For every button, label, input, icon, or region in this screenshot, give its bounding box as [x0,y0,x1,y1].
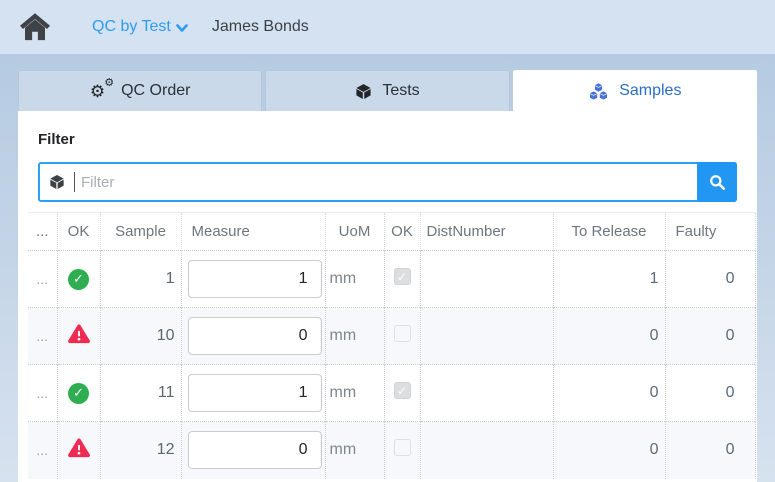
samples-table: ... OK Sample Measure UoM OK DistNumber … [28,212,756,479]
table-row: ... ✓ 12 mm 0 0 [28,422,755,479]
filter-heading: Filter [38,111,737,148]
dist-number-value [420,251,553,308]
filter-input-group [38,162,737,202]
col-header-faulty: Faulty [665,213,755,251]
to-release-value: 0 [553,422,665,479]
faulty-value: 0 [665,365,755,422]
faulty-value: 0 [665,251,755,308]
col-header-uom: UoM [325,213,384,251]
measure-input[interactable] [188,374,322,412]
col-header-sample: Sample [100,213,181,251]
warning-icon [68,324,90,344]
measure-input[interactable] [188,317,322,355]
sample-number: 12 [100,422,181,479]
row-expander: ... [28,251,57,308]
faulty-value: 0 [665,422,755,479]
sample-number: 1 [100,251,181,308]
tab-samples-label: Samples [619,82,681,100]
faulty-value: 0 [665,308,755,365]
col-header-dist-number: DistNumber [420,213,553,251]
tab-tests[interactable]: Tests [265,70,509,111]
cube-icon [40,174,74,190]
ok-checkbox[interactable] [394,325,411,342]
dist-number-value [420,365,553,422]
filter-input[interactable] [75,174,735,191]
tab-samples[interactable]: Samples [513,70,757,111]
samples-panel: Filter [18,111,757,482]
col-header-more: ... [28,213,57,251]
nav-menu-label: QC by Test [92,18,171,36]
search-button[interactable] [697,162,737,202]
cubes-icon [588,82,609,101]
sample-number: 11 [100,365,181,422]
tab-strip: ⚙⚙ QC Order Tests [18,70,757,111]
check-circle-icon: ✓ [68,383,89,404]
to-release-value: 1 [553,251,665,308]
status-icon: ✓ [68,438,90,458]
uom-label: mm [325,365,384,422]
tab-tests-label: Tests [382,82,419,100]
dist-number-value [420,308,553,365]
top-nav-bar: QC by Test James Bonds [0,0,775,54]
status-icon: ✓ [68,383,89,404]
sample-number: 10 [100,308,181,365]
status-icon: ✓ [68,269,89,290]
home-icon [20,13,50,41]
row-expander: ... [28,308,57,365]
uom-label: mm [325,251,384,308]
ok-checkbox[interactable] [394,439,411,456]
ok-checkbox[interactable] [394,382,411,399]
row-expander: ... [28,365,57,422]
col-header-ok2: OK [384,213,420,251]
table-row: ... ✓ 11 mm 0 0 [28,365,755,422]
check-circle-icon: ✓ [68,269,89,290]
col-header-to-release: To Release [553,213,665,251]
dist-number-value [420,422,553,479]
measure-input[interactable] [188,260,322,298]
row-expander: ... [28,422,57,479]
table-row: ... ✓ 10 mm 0 0 [28,308,755,365]
search-icon [709,174,726,191]
gears-icon: ⚙⚙ [90,83,111,100]
nav-menu-qc-by-test[interactable]: QC by Test [92,18,188,36]
table-row: ... ✓ 1 mm 1 0 [28,251,755,308]
ok-checkbox[interactable] [394,268,411,285]
warning-icon [68,438,90,458]
uom-label: mm [325,308,384,365]
col-header-measure: Measure [181,213,325,251]
user-name-label: James Bonds [212,18,309,36]
col-header-ok: OK [57,213,100,251]
tab-qc-order-label: QC Order [121,82,190,100]
cube-icon [355,83,372,100]
to-release-value: 0 [553,365,665,422]
to-release-value: 0 [553,308,665,365]
page-background: ⚙⚙ QC Order Tests [0,54,775,482]
chevron-down-icon [176,24,188,33]
uom-label: mm [325,422,384,479]
status-icon: ✓ [68,324,90,344]
measure-input[interactable] [188,431,322,469]
table-header-row: ... OK Sample Measure UoM OK DistNumber … [28,213,755,251]
tab-qc-order[interactable]: ⚙⚙ QC Order [18,70,262,111]
home-button[interactable] [20,12,52,42]
